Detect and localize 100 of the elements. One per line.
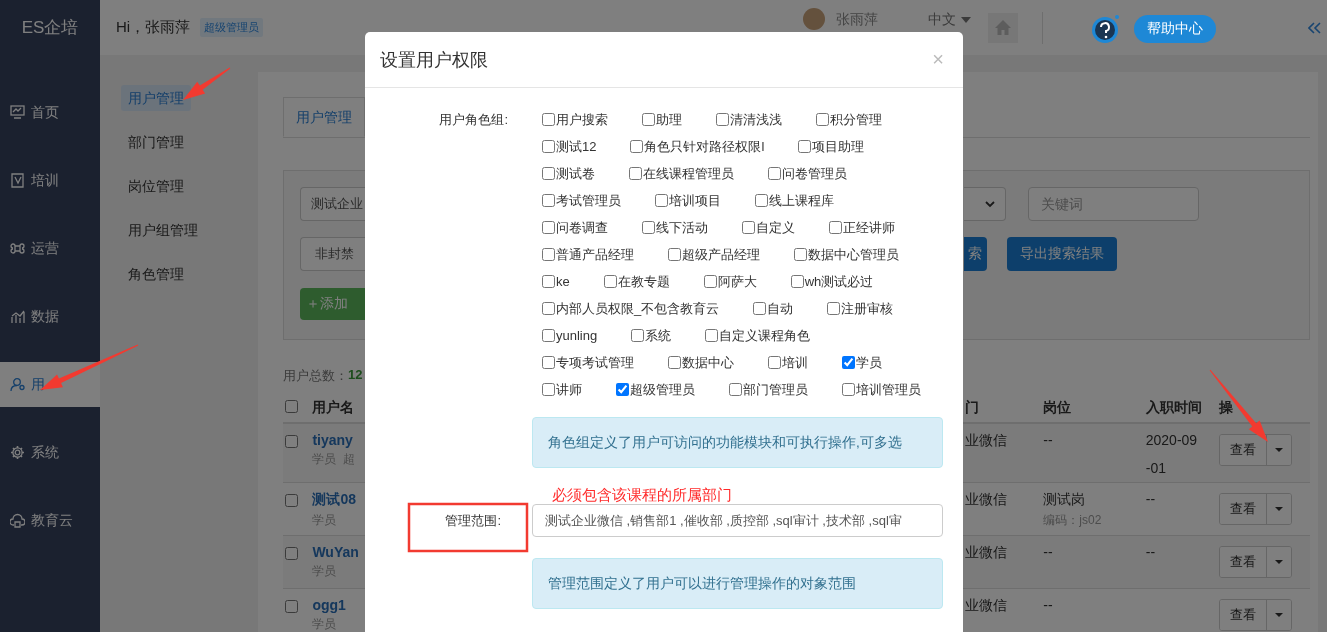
add-user-button[interactable]: ＋添加 [300, 288, 366, 320]
submenu-item[interactable]: 岗位管理 [121, 173, 191, 199]
role-label: ke [556, 273, 570, 290]
role-label: 在教专题 [617, 273, 670, 290]
sidebar-item[interactable]: 用 [0, 362, 100, 407]
role-checkbox[interactable] [655, 194, 668, 207]
command-icon [10, 241, 25, 256]
role-checkbox[interactable] [616, 383, 629, 396]
column-header: 门 [965, 398, 980, 415]
user-name-link[interactable]: ogg1 [312, 597, 346, 613]
role-checkbox[interactable] [629, 167, 642, 180]
role-checkbox[interactable] [798, 140, 812, 153]
role-label: 数据中心管理员 [808, 246, 899, 263]
language-selector[interactable]: 中文 [928, 11, 971, 28]
role-checkbox[interactable] [542, 113, 555, 126]
sidebar-item[interactable]: 系统 [0, 430, 100, 475]
caret-icon [1274, 448, 1283, 452]
close-button[interactable]: × [928, 48, 948, 71]
role-label: 在线课程管理员 [643, 165, 734, 182]
role-checkbox[interactable] [755, 194, 768, 207]
sidebar-item[interactable]: 教育云 [0, 498, 100, 543]
export-button[interactable]: 导出搜索结果 [1007, 237, 1117, 271]
role-checkbox[interactable] [642, 113, 655, 126]
row-checkbox[interactable] [285, 600, 298, 613]
submenu-item[interactable]: 部门管理 [121, 129, 191, 155]
role-checkbox[interactable] [729, 383, 742, 396]
select-all-checkbox[interactable] [285, 399, 298, 413]
role-checkbox[interactable] [631, 329, 645, 342]
department-text: 业微信 [965, 544, 1008, 560]
position-text: -- [1043, 432, 1054, 448]
role-label: 助理 [656, 111, 682, 128]
view-button[interactable]: 查看 [1219, 435, 1266, 465]
role-checkbox[interactable] [630, 140, 644, 153]
role-checkbox[interactable] [542, 140, 555, 153]
tab[interactable]: 用户管理 [283, 97, 365, 137]
role-checkbox[interactable] [642, 221, 655, 234]
role-checkbox[interactable] [703, 275, 717, 288]
search-button[interactable]: 索 [964, 237, 987, 271]
row-checkbox[interactable] [285, 435, 298, 448]
role-label: 问卷管理员 [782, 165, 847, 182]
position-text: 测试岗 [1043, 491, 1087, 509]
department-select[interactable]: 测试企业 [300, 187, 366, 221]
column-header: 用户名 [312, 398, 355, 415]
total-label: 用户总数： [283, 367, 348, 385]
role-checkbox[interactable] [542, 221, 555, 234]
role-checkbox[interactable] [829, 221, 842, 234]
row-checkbox[interactable] [285, 547, 298, 560]
role-checkbox[interactable] [542, 329, 555, 342]
caret-icon [1274, 507, 1283, 511]
view-button[interactable]: 查看 [1219, 547, 1266, 577]
total-count: 12 [348, 367, 363, 384]
greeting: Hi，张雨萍 [116, 18, 191, 37]
role-checkbox[interactable] [705, 329, 719, 342]
help-icon[interactable] [1090, 13, 1121, 44]
status-select[interactable]: 非封禁 [300, 237, 366, 271]
role-checkbox[interactable] [668, 248, 681, 261]
role-checkbox[interactable] [753, 302, 767, 315]
role-checkbox[interactable] [842, 383, 855, 396]
chart-icon [10, 309, 25, 324]
sidebar-item[interactable]: 培训 [0, 158, 100, 203]
sidebar-item[interactable]: 首页 [0, 90, 100, 135]
role-checkbox[interactable] [542, 356, 555, 369]
submenu-item[interactable]: 用户组管理 [121, 217, 205, 243]
role-checkbox[interactable] [716, 113, 729, 126]
user-name-link[interactable]: WuYan [312, 544, 359, 560]
role-label: 清清浅浅 [730, 111, 782, 128]
row-checkbox[interactable] [285, 494, 298, 507]
role-checkbox[interactable] [768, 356, 781, 369]
user-name-link[interactable]: 测试08 [312, 491, 356, 509]
role-checkbox[interactable] [542, 383, 555, 396]
caret-icon [1274, 560, 1283, 564]
sidebar-item[interactable]: 数据 [0, 294, 100, 339]
sidebar-item[interactable]: 运营 [0, 226, 100, 271]
role-label: 测试卷 [556, 165, 595, 182]
role-checkbox[interactable] [542, 275, 555, 288]
role-checkbox[interactable] [827, 302, 841, 315]
role-checkbox[interactable] [603, 275, 617, 288]
role-label: 注册审核 [841, 300, 894, 317]
role-checkbox[interactable] [668, 356, 681, 369]
scope-field[interactable]: 测试企业微信 ,销售部1 ,催收部 ,质控部 ,sql审计 ,技术部 ,sql审 [532, 504, 943, 537]
home-icon [994, 19, 1012, 36]
role-checkbox[interactable] [816, 113, 829, 126]
user-name-link[interactable]: tiyany [312, 432, 353, 448]
role-checkbox[interactable] [542, 248, 555, 261]
role-checkbox[interactable] [542, 302, 555, 315]
collapse-icon[interactable] [1308, 21, 1321, 34]
field-label: 用户角色组: [438, 111, 509, 129]
role-checkbox[interactable] [842, 356, 855, 369]
join-date: 2020-09-01 [1145, 431, 1199, 478]
submenu-item[interactable]: 角色管理 [121, 261, 191, 287]
role-checkbox[interactable] [768, 167, 781, 180]
submenu-item[interactable]: 用户管理 [121, 85, 191, 111]
role-checkbox[interactable] [542, 167, 555, 180]
role-checkbox[interactable] [742, 221, 755, 234]
role-checkbox[interactable] [542, 194, 555, 207]
role-checkbox[interactable] [794, 248, 807, 261]
join-date: -- [1145, 490, 1157, 509]
role-checkbox[interactable] [790, 275, 804, 288]
role-label: 讲师 [556, 381, 582, 398]
select-field[interactable] [964, 187, 1006, 221]
